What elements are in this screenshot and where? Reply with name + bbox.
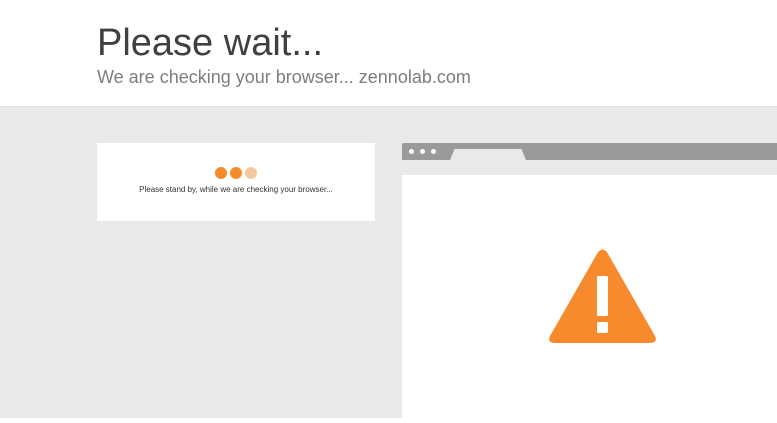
page-subtitle: We are checking your browser... zennolab… <box>97 67 471 87</box>
browser-title-bar <box>402 143 777 160</box>
browser-toolbar <box>402 160 777 175</box>
window-dot-icon <box>409 149 414 154</box>
window-dot-icon <box>431 149 436 154</box>
page-header: Please wait... We are checking your brow… <box>0 0 777 106</box>
loading-dot <box>215 167 227 179</box>
status-message: Please stand by, while we are checking y… <box>139 185 333 194</box>
warning-icon <box>549 249 656 343</box>
browser-tab <box>450 149 526 160</box>
browser-illustration <box>402 143 777 418</box>
loading-dot <box>230 167 242 179</box>
loading-indicator <box>215 167 259 179</box>
status-card: Please stand by, while we are checking y… <box>97 143 375 221</box>
footer-strip <box>0 418 777 423</box>
browser-viewport <box>402 175 777 418</box>
page-title: Please wait... <box>97 22 323 64</box>
loading-dot <box>245 167 257 179</box>
window-dot-icon <box>420 149 425 154</box>
